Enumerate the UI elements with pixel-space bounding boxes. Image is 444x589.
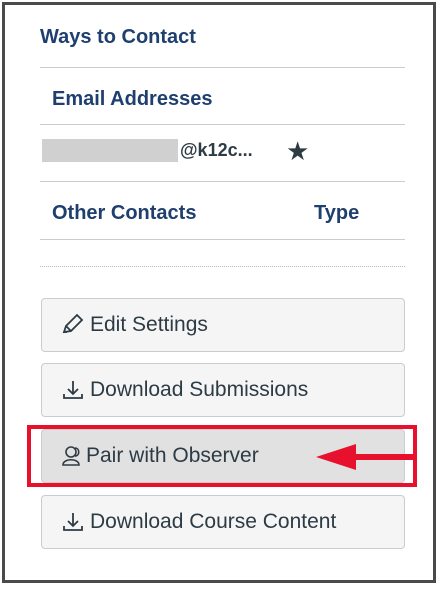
star-icon[interactable]: ★: [286, 136, 309, 166]
type-column-heading: Type: [314, 202, 360, 224]
download-submissions-label: Download Submissions: [90, 378, 309, 401]
dotted-divider: [40, 266, 405, 267]
divider: [40, 124, 405, 125]
pencil-icon: [60, 312, 86, 338]
download-course-content-label: Download Course Content: [90, 510, 337, 533]
edit-settings-label: Edit Settings: [90, 313, 208, 336]
download-submissions-button[interactable]: Download Submissions: [41, 363, 405, 417]
redacted-email-local-part: [42, 139, 178, 162]
other-contacts-heading: Other Contacts: [52, 202, 197, 224]
ways-to-contact-heading: Ways to Contact: [40, 26, 196, 48]
divider: [40, 239, 405, 240]
email-addresses-heading: Email Addresses: [52, 88, 213, 110]
download-icon: [60, 377, 86, 403]
edit-settings-button[interactable]: Edit Settings: [41, 298, 405, 352]
download-icon: [60, 509, 86, 535]
divider: [40, 67, 405, 68]
divider: [40, 181, 405, 182]
red-arrow-pointer-icon: [316, 444, 414, 470]
email-address[interactable]: @k12c...: [180, 140, 253, 161]
download-course-content-button[interactable]: Download Course Content: [41, 495, 405, 549]
